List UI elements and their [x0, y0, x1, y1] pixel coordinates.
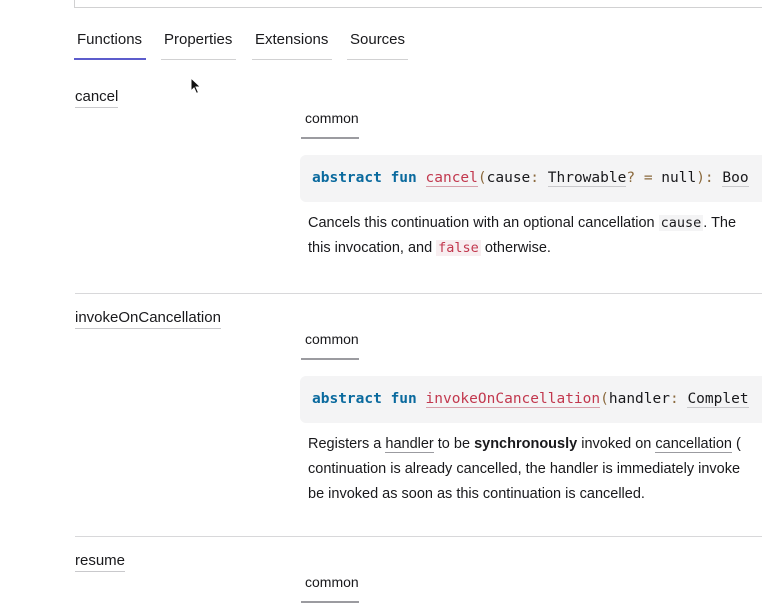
tab-sources[interactable]: Sources	[347, 28, 408, 60]
member-description: Registers a handler to be synchronously …	[308, 432, 762, 507]
punctuation: ?	[626, 170, 636, 186]
keyword: abstract	[312, 170, 382, 186]
return-type-link[interactable]: Boo	[722, 170, 749, 187]
inline-code-keyword: false	[436, 240, 481, 256]
mouse-pointer-icon	[190, 77, 202, 95]
desc-bold: synchronously	[474, 436, 578, 452]
tab-properties[interactable]: Properties	[161, 28, 236, 60]
type-link[interactable]: Throwable	[547, 170, 627, 187]
function-name-link[interactable]: cancel	[425, 170, 478, 187]
member-title-cancel[interactable]: cancel	[75, 87, 119, 108]
tab-extensions[interactable]: Extensions	[252, 28, 332, 60]
punctuation: =	[643, 170, 653, 186]
function-name-link[interactable]: invokeOnCancellation	[425, 391, 601, 408]
type-link[interactable]: Complet	[687, 391, 749, 408]
desc-text: invoked on	[577, 436, 656, 452]
function-signature: abstract fun invokeOnCancellation(handle…	[300, 376, 762, 423]
desc-text: (	[731, 436, 741, 452]
punctuation: :	[530, 170, 540, 186]
default-value: null	[661, 170, 697, 186]
tab-functions[interactable]: Functions	[74, 28, 146, 60]
inline-code: cause	[658, 215, 704, 231]
member-title-invokeoncancellation[interactable]: invokeOnCancellation	[75, 308, 221, 329]
keyword: fun	[390, 170, 417, 186]
desc-text: Registers a	[308, 436, 386, 452]
desc-text: be invoked as soon as this continuation …	[308, 486, 645, 502]
divider	[75, 536, 762, 537]
platform-tab-common[interactable]: common	[301, 572, 359, 603]
desc-text: this invocation, and	[308, 240, 437, 256]
desc-text: continuation is already cancelled, the h…	[308, 461, 741, 477]
platform-tab-common[interactable]: common	[301, 108, 359, 139]
desc-text: . The	[703, 215, 737, 231]
punctuation: (	[477, 170, 487, 186]
keyword: abstract	[312, 391, 382, 407]
punctuation: ):	[696, 170, 714, 186]
member-title-resume[interactable]: resume	[75, 551, 126, 572]
param-name: cause	[486, 170, 531, 186]
param-name: handler	[608, 391, 670, 407]
keyword: fun	[390, 391, 417, 407]
platform-tab-common[interactable]: common	[301, 329, 359, 360]
desc-text: to be	[433, 436, 475, 452]
desc-text: otherwise.	[480, 240, 551, 256]
divider	[75, 293, 762, 294]
function-signature: abstract fun cancel(cause: Throwable? = …	[300, 155, 762, 202]
desc-text: Cancels this continuation with an option…	[308, 215, 659, 231]
punctuation: (	[600, 391, 609, 407]
member-tabs: Functions Properties Extensions Sources	[0, 0, 762, 62]
member-description: Cancels this continuation with an option…	[308, 211, 762, 261]
handler-link[interactable]: handler	[385, 436, 434, 453]
punctuation: :	[669, 391, 679, 407]
cancellation-link[interactable]: cancellation	[655, 436, 732, 453]
